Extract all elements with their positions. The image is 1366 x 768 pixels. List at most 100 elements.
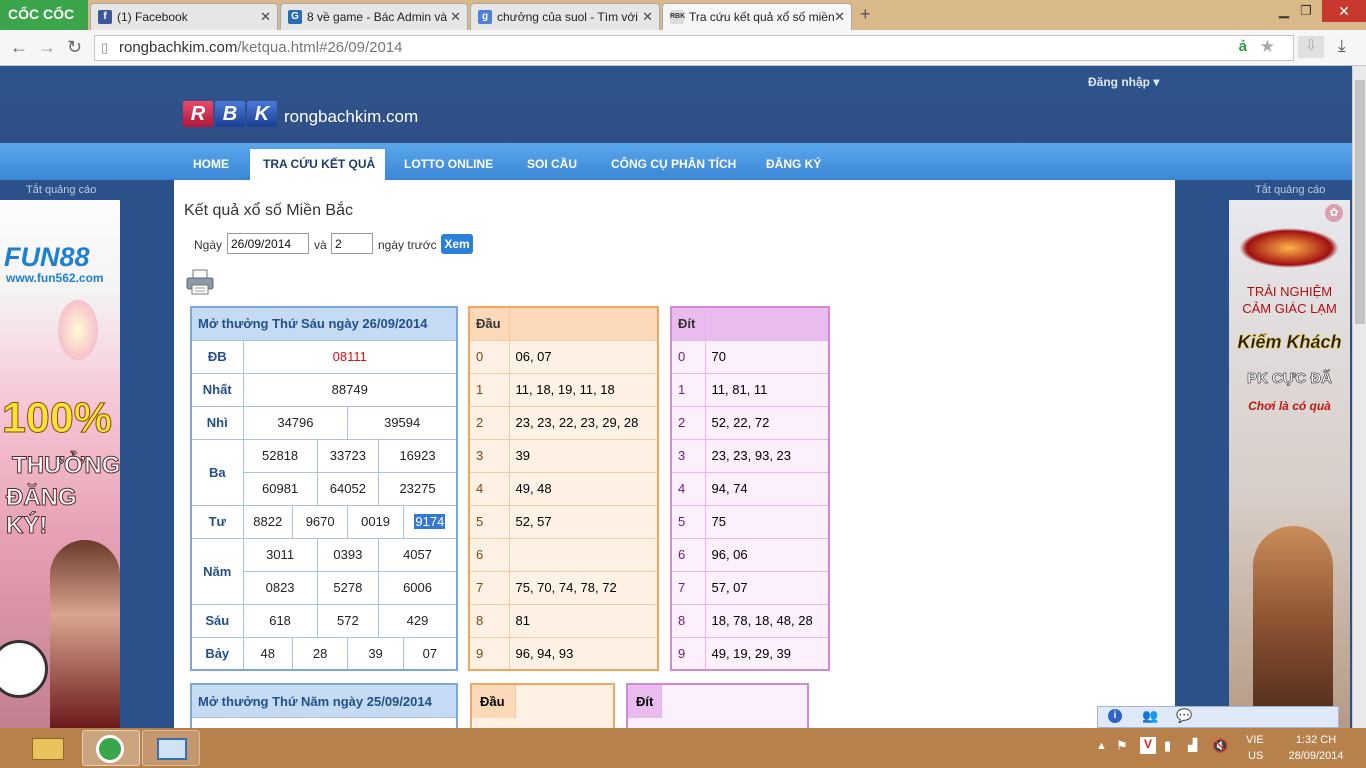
prize-value[interactable]: 34796 bbox=[242, 405, 349, 440]
left-ad-banner[interactable]: FUN88 www.fun562.com 100% THƯỞNG ĐĂNG KÝ… bbox=[0, 200, 120, 728]
antivirus-icon[interactable]: V bbox=[1140, 737, 1156, 754]
prize-value[interactable]: 16923 bbox=[378, 438, 458, 473]
site-logo[interactable]: R B K bbox=[183, 101, 277, 127]
scrollbar-thumb[interactable] bbox=[1355, 80, 1365, 324]
prize-value[interactable]: 0823 bbox=[242, 570, 318, 605]
print-icon[interactable] bbox=[186, 269, 214, 295]
prize-value[interactable]: 64052 bbox=[316, 471, 380, 506]
chat-icon[interactable]: 💬 bbox=[1176, 708, 1192, 724]
window-close-button[interactable]: ✕ bbox=[1322, 0, 1366, 22]
contacts-icon[interactable]: 👥 bbox=[1142, 708, 1158, 724]
vertical-scrollbar[interactable] bbox=[1352, 66, 1366, 728]
results-title: Mở thưởng Thứ Sáu ngày 26/09/2014 bbox=[190, 306, 458, 341]
date-label: Ngày bbox=[194, 238, 223, 252]
close-icon[interactable]: ✕ bbox=[834, 9, 845, 25]
dau-header-2: Đầu bbox=[472, 685, 516, 718]
prize-value[interactable]: 48 bbox=[242, 636, 293, 671]
volume-muted-icon[interactable]: 🔇 bbox=[1212, 738, 1228, 754]
close-icon[interactable]: ✕ bbox=[450, 9, 461, 25]
menu-home[interactable]: HOME bbox=[193, 157, 229, 171]
site-header: Đăng nhập ▾ R B K rongbachkim.com bbox=[0, 66, 1352, 143]
close-ad-link-right[interactable]: Tắt quảng cáo bbox=[1255, 184, 1325, 196]
clock-date[interactable]: 28/09/2014 bbox=[1283, 750, 1349, 762]
star-icon[interactable]: ★ bbox=[1260, 37, 1275, 57]
prize-value[interactable]: 8822 bbox=[242, 504, 293, 539]
close-icon[interactable]: ✕ bbox=[642, 9, 653, 25]
table-row: 5 75 bbox=[670, 504, 830, 539]
forward-icon[interactable]: → bbox=[38, 37, 56, 58]
input-region[interactable]: US bbox=[1248, 750, 1263, 762]
prize-value[interactable]: 4057 bbox=[378, 537, 458, 572]
minimize-button[interactable]: ▁ bbox=[1272, 3, 1296, 21]
close-icon[interactable]: ✕ bbox=[260, 9, 271, 25]
prize-value-selected[interactable]: 9174 bbox=[402, 504, 458, 539]
days-input[interactable] bbox=[331, 233, 373, 254]
prize-value[interactable]: 33723 bbox=[316, 438, 380, 473]
prize-value[interactable]: 52818 bbox=[242, 438, 318, 473]
prize-label: Năm bbox=[190, 537, 244, 605]
login-link[interactable]: Đăng nhập ▾ bbox=[1088, 75, 1159, 89]
tab-game[interactable]: G 8 về game - Bác Admin và ✕ bbox=[280, 3, 468, 30]
dau-value: 23, 23, 22, 23, 29, 28 bbox=[508, 405, 659, 440]
menu-soi-cau[interactable]: SOI CẦU bbox=[527, 157, 577, 171]
prize-value[interactable]: 60981 bbox=[242, 471, 318, 506]
new-tab-button[interactable]: + bbox=[860, 4, 871, 25]
right-ad-banner[interactable]: TRẢI NGHIỆM CẢM GIÁC LẠM Kiếm Khách PK C… bbox=[1229, 200, 1350, 728]
tab-google[interactable]: g chưởng của suol - Tìm với ✕ bbox=[470, 3, 660, 30]
menu-tra-cuu-ket-qua[interactable]: TRA CỨU KẾT QUẢ bbox=[250, 149, 386, 180]
dau-key: 9 bbox=[468, 636, 510, 671]
flag-icon[interactable]: ⚑ bbox=[1116, 738, 1128, 754]
main-menu: HOME TRA CỨU KẾT QUẢ LOTTO ONLINE SOI CẦ… bbox=[0, 143, 1352, 180]
clock-time[interactable]: 1:32 CH bbox=[1283, 734, 1349, 746]
prize-value[interactable]: 3011 bbox=[242, 537, 318, 572]
download-video-icon[interactable]: ⇩ bbox=[1298, 36, 1324, 58]
prize-value[interactable]: 08111 bbox=[242, 339, 458, 374]
tab-rongbachkim[interactable]: RBK Tra cứu kết quả xổ số miền ✕ bbox=[662, 3, 852, 30]
file-explorer-button[interactable] bbox=[20, 730, 78, 766]
tab-facebook[interactable]: f (1) Facebook ✕ bbox=[90, 3, 278, 30]
ad-settings-icon[interactable]: ✿ bbox=[1325, 204, 1343, 222]
reload-icon[interactable]: ↻ bbox=[67, 37, 82, 58]
prize-value[interactable]: 5278 bbox=[316, 570, 380, 605]
dit-key: 9 bbox=[670, 636, 706, 671]
coccoc-dictionary-icon[interactable]: ả bbox=[1239, 38, 1247, 55]
prize-value[interactable]: 88749 bbox=[242, 372, 458, 407]
prize-value[interactable]: 07 bbox=[402, 636, 458, 671]
prize-label: Sáu bbox=[190, 603, 244, 638]
prize-value[interactable]: 572 bbox=[316, 603, 380, 638]
close-ad-link-left[interactable]: Tắt quảng cáo bbox=[26, 184, 96, 196]
coccoc-taskbar-button[interactable] bbox=[82, 730, 140, 766]
site-name[interactable]: rongbachkim.com bbox=[284, 107, 418, 127]
dau-value: 11, 18, 19, 11, 18 bbox=[508, 372, 659, 407]
prize-value[interactable]: 39 bbox=[347, 636, 404, 671]
downloads-icon[interactable]: ⤓ bbox=[1338, 36, 1346, 56]
prize-value[interactable]: 39594 bbox=[347, 405, 458, 440]
battery-icon[interactable]: ▮ bbox=[1164, 738, 1171, 754]
coccoc-menu-button[interactable]: CỐC CỐC bbox=[0, 0, 88, 30]
prize-value[interactable]: 429 bbox=[378, 603, 458, 638]
and-label: và bbox=[314, 238, 327, 252]
info-icon[interactable]: i bbox=[1108, 709, 1122, 723]
control-panel-taskbar-button[interactable] bbox=[142, 730, 200, 766]
prize-value[interactable]: 0019 bbox=[347, 504, 404, 539]
network-icon[interactable]: ▟ bbox=[1188, 738, 1197, 752]
date-input[interactable] bbox=[227, 233, 309, 254]
tab-label: 8 về game - Bác Admin và bbox=[307, 10, 448, 24]
view-button[interactable]: Xem bbox=[441, 234, 473, 254]
prize-value[interactable]: 28 bbox=[291, 636, 349, 671]
menu-cong-cu-phan-tich[interactable]: CÔNG CỤ PHÂN TÍCH bbox=[611, 157, 736, 171]
prize-value[interactable]: 23275 bbox=[378, 471, 458, 506]
input-language[interactable]: VIE bbox=[1246, 734, 1264, 746]
menu-dang-ky[interactable]: ĐĂNG KÝ bbox=[766, 157, 821, 171]
prize-value[interactable]: 6006 bbox=[378, 570, 458, 605]
menu-lotto-online[interactable]: LOTTO ONLINE bbox=[404, 157, 493, 171]
url-input[interactable]: ▯ rongbachkim.com/ketqua.html#26/09/2014… bbox=[94, 35, 1294, 61]
prize-value[interactable]: 618 bbox=[242, 603, 318, 638]
prize-value[interactable]: 9670 bbox=[291, 504, 349, 539]
restore-button[interactable]: ❐ bbox=[1294, 3, 1318, 21]
table-row: 1 11, 81, 11 bbox=[670, 372, 830, 407]
back-icon[interactable]: ← bbox=[10, 37, 28, 58]
tray-up-arrow-icon[interactable]: ▲ bbox=[1096, 740, 1107, 752]
dit-value: 52, 22, 72 bbox=[704, 405, 830, 440]
prize-value[interactable]: 0393 bbox=[316, 537, 380, 572]
